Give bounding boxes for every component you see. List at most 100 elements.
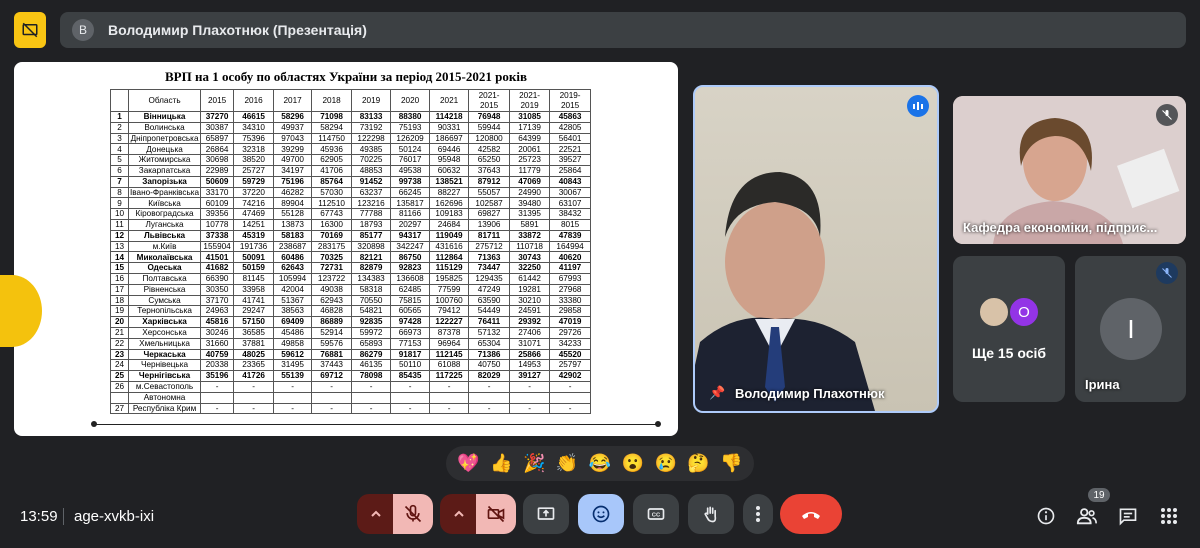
- region-name-cell: Кіровоградська: [127, 208, 202, 220]
- table-cell: 50110: [390, 359, 431, 372]
- table-cell: 47469: [233, 208, 275, 220]
- table-cell: 87912: [468, 175, 511, 188]
- table-cell: -: [311, 402, 353, 415]
- table-cell: 55139: [273, 370, 313, 382]
- pin-icon[interactable]: 📌: [709, 385, 725, 401]
- table-cell: 123216: [351, 197, 392, 210]
- region-name-cell: Житомирська: [127, 154, 202, 166]
- surprised-face-icon[interactable]: 😮: [622, 453, 644, 474]
- table-cell: 122298: [351, 132, 392, 145]
- gdp-table: Область 2015 2016 2017 2018 2019 2020 2021 2021-…: [110, 89, 592, 415]
- present-icon: [537, 507, 555, 520]
- table-row: 13 м.Київ 155904 191736 238687 283175 320898 34…: [110, 240, 592, 253]
- leave-call-button[interactable]: [780, 494, 842, 534]
- table-cell: 77599: [429, 283, 470, 296]
- table-cell: -: [390, 402, 431, 415]
- table-cell: 162696: [429, 197, 470, 210]
- table-cell: 90331: [429, 121, 470, 134]
- meeting-info-button[interactable]: [1034, 504, 1058, 528]
- participant-tile-irina[interactable]: І Ірина: [1075, 256, 1186, 402]
- table-cell: 82879: [351, 262, 392, 274]
- table-cell: 18: [110, 294, 129, 307]
- region-name-cell: Вінницька: [127, 111, 202, 123]
- more-options-button[interactable]: [743, 494, 773, 534]
- table-cell: 30350: [200, 283, 235, 296]
- table-row: 14 Миколаївська 41501 50091 60486 70325 82121 8…: [110, 251, 592, 264]
- table-cell: 25723: [509, 154, 551, 166]
- table-cell: 8015: [549, 218, 592, 231]
- audio-options-button[interactable]: [357, 494, 395, 534]
- table-cell: 60109: [200, 197, 235, 210]
- table-cell: 47249: [468, 283, 511, 296]
- participant-tile-kafedra[interactable]: Кафедра економіки, підприє...: [953, 96, 1186, 244]
- presentation-stop-icon[interactable]: [14, 12, 46, 48]
- table-cell: 123722: [311, 272, 353, 285]
- raise-hand-button[interactable]: [688, 494, 734, 534]
- table-cell: 88227: [429, 186, 470, 199]
- table-cell: 112864: [429, 251, 470, 264]
- sparkling-heart-icon[interactable]: 💖: [457, 453, 479, 474]
- table-cell: 40843: [549, 175, 592, 188]
- table-cell: 134383: [351, 272, 392, 285]
- chat-button[interactable]: [1116, 504, 1140, 528]
- clapping-hands-icon[interactable]: 👏: [556, 453, 578, 474]
- table-header-cell: 2021- 2019: [509, 89, 551, 112]
- present-screen-button[interactable]: [523, 494, 569, 534]
- table-cell: -: [273, 380, 313, 393]
- table-cell: 38432: [549, 208, 592, 220]
- table-cell: 32250: [509, 262, 551, 274]
- thumbs-up-icon[interactable]: 👍: [490, 453, 512, 474]
- party-popper-icon[interactable]: 🎉: [523, 453, 545, 474]
- captions-icon: CC: [647, 508, 665, 520]
- crying-face-icon[interactable]: 😢: [654, 453, 676, 474]
- table-cell: 10778: [200, 218, 235, 231]
- thumbs-down-icon[interactable]: 👎: [720, 453, 742, 474]
- activities-button[interactable]: [1157, 504, 1181, 528]
- table-cell: 31085: [509, 111, 551, 123]
- table-cell: 19281: [509, 283, 551, 296]
- captions-button[interactable]: CC: [633, 494, 679, 534]
- laughing-face-icon[interactable]: 😂: [589, 453, 611, 474]
- table-cell: 283175: [311, 240, 353, 253]
- table-cell: 50159: [233, 262, 275, 274]
- table-cell: -: [200, 380, 235, 393]
- region-name-cell: м.Севастополь: [127, 380, 202, 393]
- table-cell: 54449: [468, 305, 511, 318]
- table-cell: 75196: [273, 175, 313, 188]
- table-cell: 62643: [273, 262, 313, 274]
- table-cell: 37643: [468, 164, 511, 177]
- presentation-title: Володимир Плахотнюк (Презентація): [108, 22, 367, 38]
- reactions-button[interactable]: [578, 494, 624, 534]
- table-cell: 47839: [549, 229, 592, 242]
- region-name-cell: м.Київ: [127, 240, 202, 253]
- table-cell: 42805: [549, 121, 592, 134]
- table-cell: 49858: [273, 337, 313, 350]
- more-participants-tile[interactable]: О Ще 15 осіб: [953, 256, 1065, 402]
- table-cell: 65893: [351, 337, 392, 350]
- table-cell: -: [390, 380, 431, 393]
- video-options-button[interactable]: [440, 494, 478, 534]
- camera-toggle-button[interactable]: [476, 494, 516, 534]
- region-name-cell: Рівненська: [127, 283, 202, 296]
- mic-toggle-button[interactable]: [393, 494, 433, 534]
- divider-dot: [91, 421, 97, 427]
- table-cell: 117225: [429, 370, 470, 382]
- table-cell: 52914: [311, 326, 353, 339]
- table-cell: 13: [110, 240, 129, 253]
- region-name-cell: Миколаївська: [127, 251, 202, 264]
- table-cell: 99738: [390, 175, 431, 188]
- table-cell: 45936: [311, 143, 353, 156]
- table-cell: 275712: [468, 240, 511, 253]
- people-button[interactable]: [1075, 504, 1099, 528]
- table-row: 19 Тернопільська 24963 29247 38563 46828 54821…: [110, 305, 592, 318]
- table-cell: 50091: [233, 251, 275, 264]
- table-cell: 4: [110, 143, 129, 156]
- table-cell: 31395: [509, 208, 551, 220]
- participant-tile-main[interactable]: 📌 Володимир Плахотнюк: [693, 85, 939, 413]
- table-cell: 91452: [351, 175, 392, 188]
- table-cell: 25797: [549, 359, 592, 372]
- table-cell: 25866: [509, 348, 551, 361]
- mic-off-icon: [404, 504, 422, 523]
- thinking-face-icon[interactable]: 🤔: [687, 453, 709, 474]
- table-cell: 114750: [311, 132, 353, 145]
